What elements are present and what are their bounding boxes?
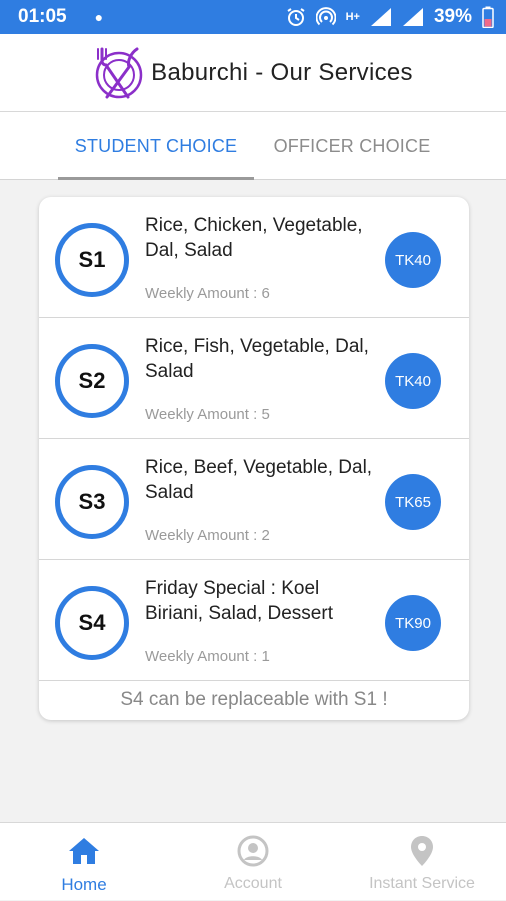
nav-instant-service[interactable]: Instant Service bbox=[338, 823, 506, 901]
page-title: Baburchi - Our Services bbox=[151, 58, 413, 86]
choice-tabs: STUDENT CHOICE OFFICER CHOICE bbox=[0, 112, 506, 180]
nav-home[interactable]: Home bbox=[0, 823, 168, 901]
menu-code-badge: S4 bbox=[55, 586, 129, 660]
status-time: 01:05 bbox=[18, 6, 67, 27]
price-badge[interactable]: TK40 bbox=[385, 232, 441, 288]
price-badge[interactable]: TK90 bbox=[385, 595, 441, 651]
menu-description: Rice, Chicken, Vegetable, Dal, Salad bbox=[145, 215, 363, 261]
menu-item-s2[interactable]: S2 Rice, Fish, Vegetable, Dal, Salad Wee… bbox=[39, 318, 469, 439]
weekly-amount: Weekly Amount : 2 bbox=[145, 527, 270, 544]
alarm-icon bbox=[286, 7, 306, 27]
price-badge[interactable]: TK65 bbox=[385, 474, 441, 530]
battery-icon bbox=[482, 6, 494, 28]
price-badge[interactable]: TK40 bbox=[385, 353, 441, 409]
location-pin-icon bbox=[409, 835, 435, 867]
signal-icon-2 bbox=[402, 7, 424, 27]
tab-officer-choice[interactable]: OFFICER CHOICE bbox=[254, 112, 450, 180]
menu-description: Rice, Fish, Vegetable, Dal, Salad bbox=[145, 336, 369, 382]
battery-percent: 39% bbox=[433, 6, 472, 27]
tab-student-choice[interactable]: STUDENT CHOICE bbox=[58, 112, 254, 180]
tab-indicator bbox=[58, 177, 254, 180]
nav-account[interactable]: Account bbox=[169, 823, 337, 901]
menu-card: S1 Rice, Chicken, Vegetable, Dal, Salad … bbox=[39, 197, 469, 720]
weekly-amount: Weekly Amount : 6 bbox=[145, 285, 270, 302]
menu-description: Rice, Beef, Vegetable, Dal, Salad bbox=[145, 457, 373, 503]
network-type-icon: H+ bbox=[345, 11, 360, 23]
nav-label: Instant Service bbox=[369, 875, 475, 892]
menu-description: Friday Special : Koel Biriani, Salad, De… bbox=[145, 578, 333, 624]
replacement-note: S4 can be replaceable with S1 ! bbox=[120, 689, 388, 710]
weekly-amount: Weekly Amount : 5 bbox=[145, 406, 270, 423]
nav-label: Account bbox=[224, 875, 282, 892]
baburchi-logo-icon bbox=[93, 45, 145, 101]
weekly-amount: Weekly Amount : 1 bbox=[145, 648, 270, 665]
menu-code-badge: S2 bbox=[55, 344, 129, 418]
nav-label: Home bbox=[61, 875, 107, 894]
app-bar: Baburchi - Our Services bbox=[0, 34, 506, 112]
notification-dot-icon: ● bbox=[94, 9, 104, 25]
menu-item-s4[interactable]: S4 Friday Special : Koel Biriani, Salad,… bbox=[39, 560, 469, 681]
hotspot-icon bbox=[315, 7, 336, 27]
signal-icon bbox=[370, 7, 392, 27]
status-icons: H+ 39% bbox=[286, 6, 494, 28]
bottom-navigation: Home Account Instant Service bbox=[0, 822, 506, 900]
status-bar: 01:05 ● H+ 39% bbox=[0, 0, 506, 34]
menu-code-badge: S3 bbox=[55, 465, 129, 539]
menu-item-s3[interactable]: S3 Rice, Beef, Vegetable, Dal, Salad Wee… bbox=[39, 439, 469, 560]
menu-code-badge: S1 bbox=[55, 223, 129, 297]
menu-item-s1[interactable]: S1 Rice, Chicken, Vegetable, Dal, Salad … bbox=[39, 197, 469, 318]
account-icon bbox=[237, 835, 269, 867]
home-icon bbox=[67, 835, 101, 867]
